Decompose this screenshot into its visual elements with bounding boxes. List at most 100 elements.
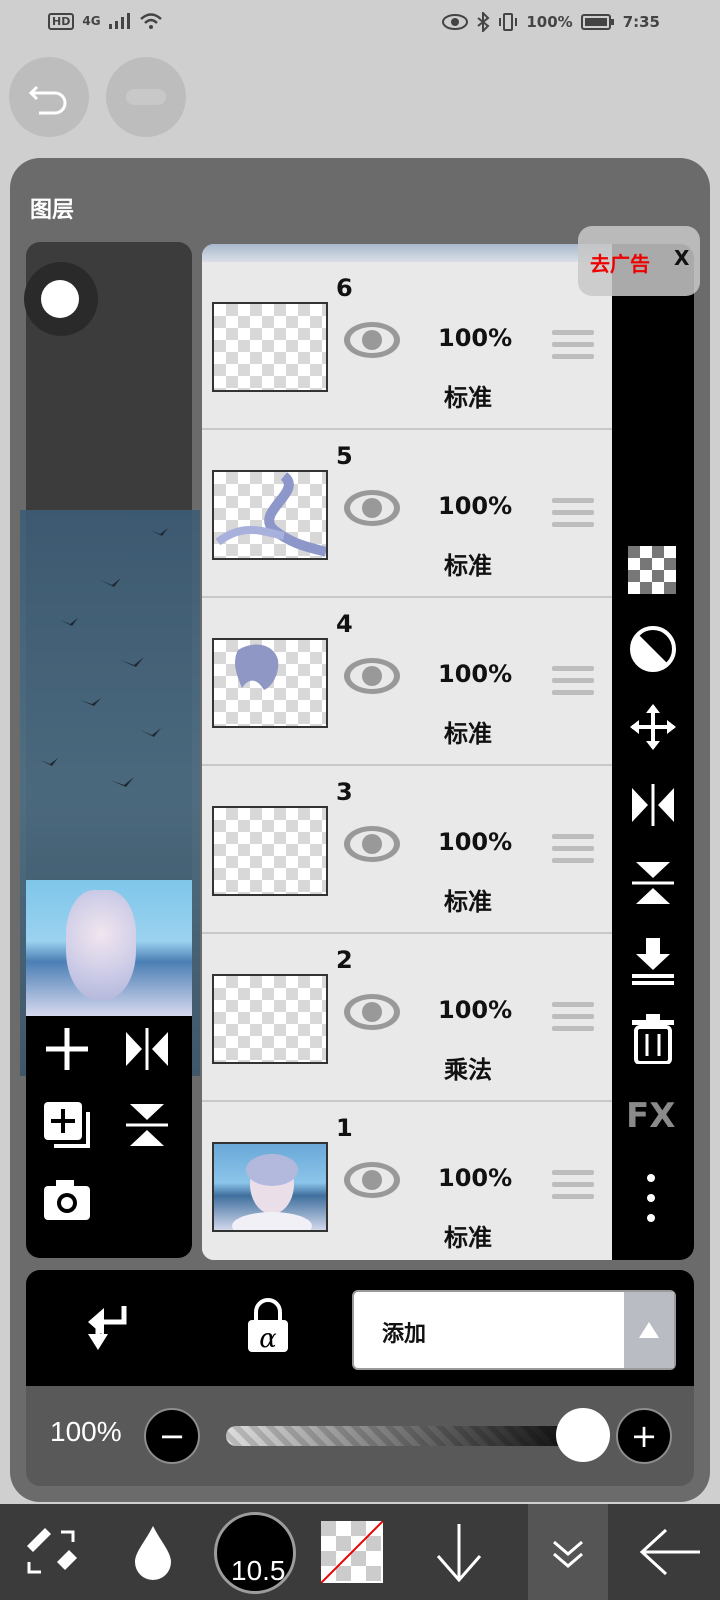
visibility-eye-icon[interactable] — [342, 824, 402, 864]
layer-mode-knob — [41, 280, 79, 318]
layer-opacity: 100% — [438, 324, 513, 352]
svg-text:α: α — [259, 1324, 277, 1354]
visibility-eye-icon[interactable] — [342, 320, 402, 360]
merge-down-icon[interactable] — [628, 936, 678, 986]
opacity-minus-button[interactable]: − — [144, 1408, 200, 1464]
drag-handle-icon[interactable] — [552, 666, 594, 702]
opacity-slider-knob[interactable] — [556, 1408, 610, 1462]
layer-row-6[interactable]: 6 100% 标准 — [202, 262, 612, 430]
layer-blend-mode: 标准 — [444, 888, 492, 916]
arrow-down-icon — [436, 1524, 482, 1582]
alpha-lock-icon[interactable]: α — [246, 1298, 290, 1354]
visibility-eye-icon[interactable] — [342, 992, 402, 1032]
camera-icon[interactable] — [42, 1178, 92, 1222]
layer-opacity: 100% — [438, 996, 513, 1024]
layer-tools-bar: FX — [612, 244, 694, 1260]
duplicate-layer-icon[interactable] — [42, 1100, 92, 1150]
layer-row-4[interactable]: 4 100% 标准 — [202, 598, 612, 766]
fx-button[interactable]: FX — [626, 1096, 675, 1136]
visibility-eye-icon[interactable] — [342, 488, 402, 528]
dropdown-arrow-icon[interactable] — [624, 1292, 674, 1368]
visibility-eye-icon[interactable] — [342, 1160, 402, 1200]
layer-blend-mode: 乘法 — [444, 1056, 492, 1084]
blend-mode-select[interactable]: 添加 — [352, 1290, 676, 1370]
drag-handle-icon[interactable] — [552, 1170, 594, 1206]
layer-number: 3 — [336, 778, 353, 806]
arrow-left-icon — [639, 1528, 700, 1576]
layer-blend-mode: 标准 — [444, 384, 492, 412]
battery-icon — [580, 14, 614, 30]
drag-handle-icon[interactable] — [552, 498, 594, 534]
flip-vertical-icon[interactable] — [122, 1100, 172, 1150]
drag-handle-icon[interactable] — [552, 834, 594, 870]
portrait-figure — [66, 890, 136, 1000]
close-ad-button[interactable]: X — [674, 246, 689, 270]
layer-list[interactable]: 6 100% 标准 5 100% 标准 4 100% 标准 3 100% 标准 — [202, 244, 612, 1260]
drag-handle-icon[interactable] — [552, 1002, 594, 1038]
layer-thumbnail — [212, 302, 328, 392]
flip-horizontal-icon[interactable] — [628, 780, 678, 830]
layer-number: 5 — [336, 442, 353, 470]
layer-number: 4 — [336, 610, 353, 638]
layer-opacity: 100% — [438, 828, 513, 856]
flip-horizontal-icon[interactable] — [122, 1024, 172, 1074]
layer-opacity: 100% — [438, 1164, 513, 1192]
layer-row-2[interactable]: 2 100% 乘法 — [202, 934, 612, 1102]
layer-blend-mode: 标准 — [444, 720, 492, 748]
layer-opacity: 100% — [438, 660, 513, 688]
brush-eraser-swap-button[interactable] — [16, 1504, 86, 1600]
layer-actions — [26, 1016, 192, 1258]
drag-handle-icon[interactable] — [552, 330, 594, 366]
canvas-thumbnail[interactable] — [26, 880, 192, 1016]
layer-thumbnail — [212, 638, 328, 728]
layer-thumb-button[interactable] — [320, 1504, 384, 1600]
clip-arrow-icon[interactable] — [84, 1302, 128, 1354]
layer-number: 6 — [336, 274, 353, 302]
layer-opacity: 100% — [438, 492, 513, 520]
transparent-layer-icon — [321, 1521, 383, 1583]
brush-size-value: 10.5 — [231, 1555, 286, 1586]
opacity-plus-button[interactable]: + — [616, 1408, 672, 1464]
layer-thumbnail — [212, 1142, 328, 1232]
layer-row-3[interactable]: 3 100% 标准 — [202, 766, 612, 934]
undo-icon — [28, 85, 67, 115]
layer-row-5[interactable]: 5 100% 标准 — [202, 430, 612, 598]
color-drop-button[interactable] — [118, 1504, 188, 1600]
move-icon[interactable] — [628, 702, 678, 752]
brush-eraser-icon — [27, 1528, 77, 1574]
signal-icon: 4G — [82, 14, 101, 28]
layer-row-1[interactable]: 1 100% 标准 — [202, 1102, 612, 1260]
redo-button[interactable] — [106, 57, 186, 137]
delete-trash-icon[interactable] — [630, 1014, 676, 1064]
wifi-icon — [139, 13, 162, 29]
opacity-slider[interactable] — [226, 1426, 596, 1446]
back-button[interactable] — [630, 1504, 710, 1600]
undo-button[interactable] — [9, 57, 89, 137]
layer-number: 2 — [336, 946, 353, 974]
clipping-mask-icon[interactable] — [628, 624, 678, 674]
remove-ads-banner[interactable]: 去广告 X — [578, 226, 700, 296]
network-badge: HD — [48, 12, 75, 30]
layer-number: 1 — [336, 1114, 353, 1142]
redo-icon — [126, 89, 166, 105]
plus-icon: + — [630, 1417, 658, 1455]
more-options-icon[interactable] — [646, 1172, 656, 1224]
blend-mode-value: 添加 — [382, 1322, 427, 1347]
visibility-eye-icon[interactable] — [342, 656, 402, 696]
layer-blend-mode: 标准 — [444, 1224, 492, 1252]
hair-strand-image — [215, 472, 326, 557]
layer-thumbnail — [212, 806, 328, 896]
collapse-panel-button[interactable] — [528, 1504, 608, 1600]
bluetooth-icon — [477, 12, 490, 32]
scroll-down-button[interactable] — [424, 1504, 494, 1600]
layer-thumbnail — [212, 470, 328, 560]
vibrate-icon — [499, 13, 518, 31]
hair-image — [235, 644, 279, 690]
opacity-value: 100% — [50, 1416, 122, 1447]
eye-comfort-icon — [442, 14, 469, 30]
transparency-checker-icon[interactable] — [628, 546, 676, 594]
status-bar: HD 4G 100% 7:35 — [0, 0, 720, 48]
flip-vertical-icon[interactable] — [628, 858, 678, 908]
brush-size-button[interactable]: 10.5 — [214, 1512, 296, 1594]
add-layer-icon[interactable] — [42, 1024, 92, 1074]
